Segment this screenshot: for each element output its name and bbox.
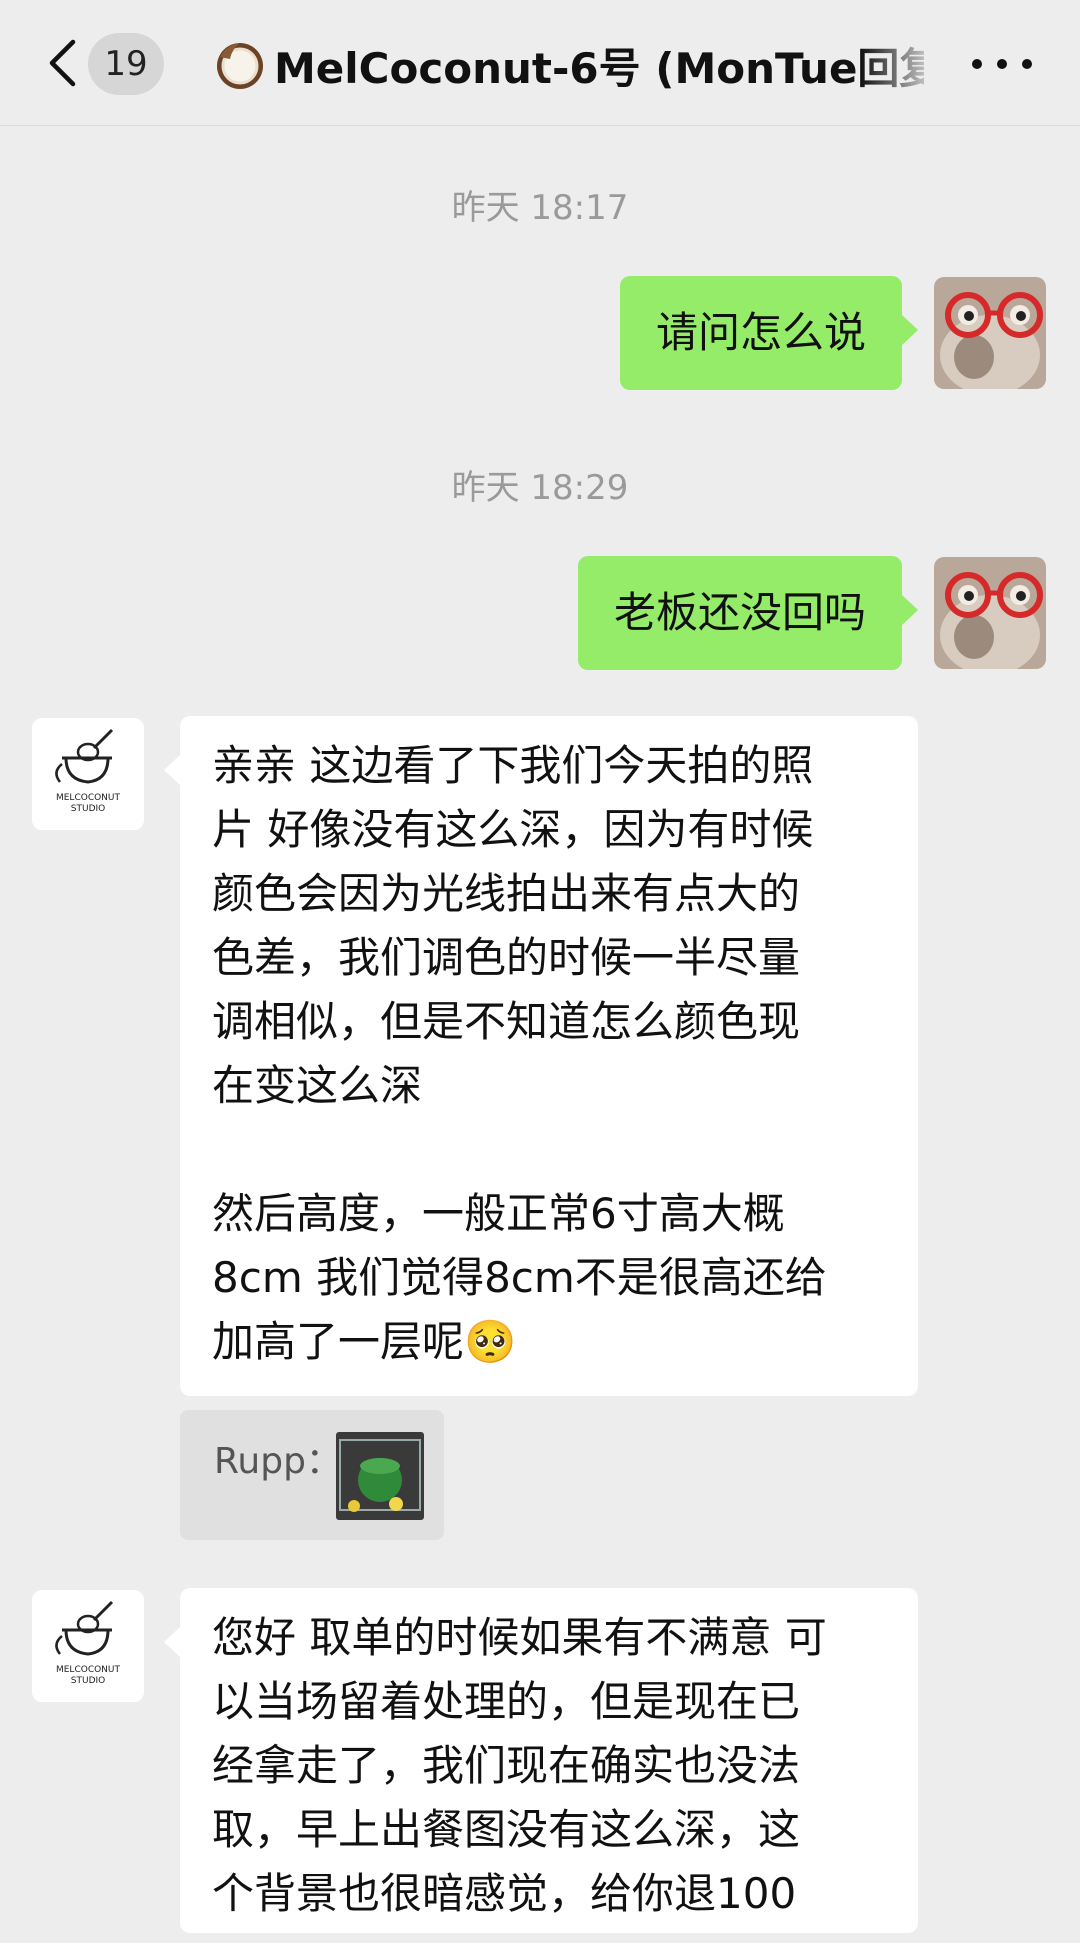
quoted-image-thumbnail[interactable] (336, 1432, 424, 1520)
message-line: 颜色会因为光线拍出来有点大的 (212, 869, 801, 918)
timestamp: 昨天 18:17 (451, 188, 629, 228)
message-line: 色差，我们调色的时候一半尽量 (212, 933, 801, 982)
dot-icon (1022, 59, 1032, 69)
quoted-message[interactable]: Rupp： (180, 1410, 444, 1540)
back-button[interactable] (38, 30, 86, 96)
message-line: 在变这么深 (212, 1061, 423, 1110)
message-line: 取，早上出餐图没有这么深，这 (212, 1805, 801, 1854)
chat-title: MelCoconut-6号 (MonTue回复 (274, 43, 924, 93)
message-line: 个背景也很暗感觉，给你退100 (212, 1869, 797, 1918)
unread-count-badge[interactable]: 19 (88, 33, 164, 95)
message-text: 加高了一层呢 (212, 1317, 465, 1366)
whisk-bowl-logo-icon: MELCOCONUT STUDIO (55, 1600, 121, 1686)
received-message-bubble[interactable]: 您好 取单的时候如果有不满意 可 以当场留着处理的，但是现在已 经拿走了，我们现… (164, 1588, 918, 1933)
shop-logo-line1: MELCOCONUT (56, 793, 121, 803)
shop-logo-line2: STUDIO (71, 1676, 105, 1686)
cake-photo-icon (336, 1432, 424, 1520)
whisk-bowl-logo-icon: MELCOCONUT STUDIO (55, 728, 121, 814)
shop-logo-line2: STUDIO (71, 804, 105, 814)
shop-logo-line1: MELCOCONUT (56, 1665, 121, 1675)
message-line: 8cm 我们觉得8cm不是很高还给 (212, 1253, 827, 1302)
message-line: 加高了一层呢🥺 (212, 1310, 886, 1374)
message-line: 片 好像没有这么深，因为有时候 (212, 805, 814, 854)
sent-message-bubble[interactable]: 老板还没回吗 (577, 556, 919, 670)
user-avatar[interactable] (934, 277, 1046, 389)
message-line: 以当场留着处理的，但是现在已 (212, 1677, 801, 1726)
pleading-face-emoji: 🥺 (464, 1317, 517, 1366)
more-options-button[interactable] (972, 44, 1032, 84)
received-message-bubble[interactable]: 亲亲 这边看了下我们今天拍的照 片 好像没有这么深，因为有时候 颜色会因为光线拍… (164, 716, 918, 1396)
coconut-icon (217, 43, 263, 89)
message-text: 老板还没回吗 (613, 588, 866, 637)
dot-icon (997, 59, 1007, 69)
timestamp: 昨天 18:29 (451, 468, 629, 508)
shop-avatar[interactable]: MELCOCONUT STUDIO (32, 1590, 144, 1702)
user-avatar[interactable] (934, 557, 1046, 669)
message-line: 您好 取单的时候如果有不满意 可 (212, 1613, 827, 1662)
quote-sender: Rupp： (214, 1441, 342, 1482)
sent-message-bubble[interactable]: 请问怎么说 (619, 276, 919, 390)
message-line: 然后高度，一般正常6寸高大概 (212, 1189, 785, 1238)
cat-glasses-avatar-icon (934, 557, 1046, 669)
cat-glasses-avatar-icon (934, 277, 1046, 389)
dot-icon (972, 59, 982, 69)
chevron-left-icon (49, 39, 76, 87)
chat-title-area[interactable]: MelCoconut-6号 (MonTue回复 (212, 30, 924, 100)
message-line: 经拿走了，我们现在确实也没法 (212, 1741, 801, 1790)
message-line: 亲亲 这边看了下我们今天拍的照 (212, 741, 814, 790)
message-text: 请问怎么说 (655, 308, 866, 357)
message-line: 调相似，但是不知道怎么颜色现 (212, 997, 801, 1046)
shop-avatar[interactable]: MELCOCONUT STUDIO (32, 718, 144, 830)
chat-header: 19 MelCoconut-6号 (MonTue回复 (0, 0, 1080, 126)
